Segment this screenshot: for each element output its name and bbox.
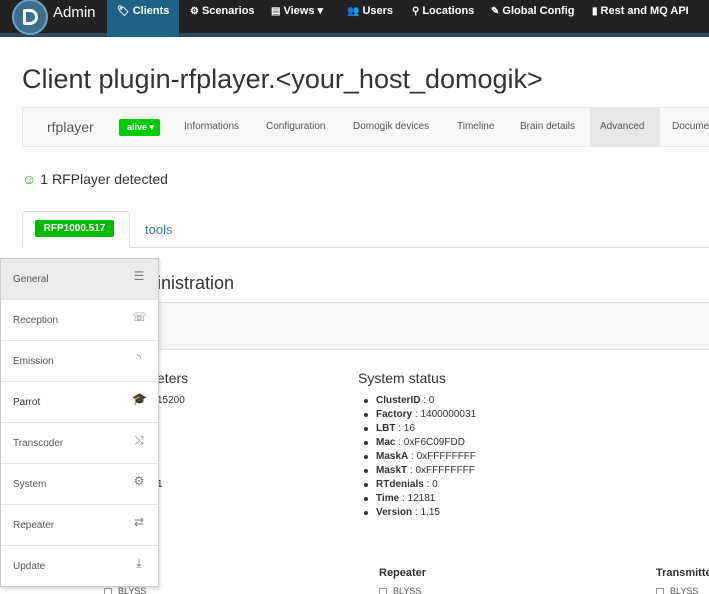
tab-tools[interactable]: tools xyxy=(145,222,172,237)
tags-icon: 🏷 xyxy=(117,6,130,17)
random-icon: ⤨ xyxy=(134,433,144,447)
page-title: Client plugin-rfplayer.<your_host_domogi… xyxy=(22,64,543,94)
parameters-heading: eters xyxy=(157,370,189,386)
list-item: RTdenials : 0 xyxy=(363,478,476,492)
menu-item-parrot[interactable]: Parrot 🎓 xyxy=(1,382,158,423)
users-icon: 👥 xyxy=(347,6,360,17)
system-status-heading: System status xyxy=(358,370,446,386)
tab-domogik-devices[interactable]: Domogik devices xyxy=(343,107,439,147)
nav-global-config[interactable]: ✎ Global Config xyxy=(491,0,575,33)
menu-item-update[interactable]: Update ⤓ xyxy=(1,546,158,587)
panel-heading xyxy=(157,302,709,350)
nav-rest-api-label: Rest and MQ API xyxy=(600,5,689,17)
menu-item-emission[interactable]: Emission ◝ xyxy=(1,341,158,382)
blyss-checkbox[interactable]: BLYSS xyxy=(656,586,698,594)
nav-clients-label: Clients xyxy=(132,5,170,17)
administration-heading: inistration xyxy=(157,273,235,293)
checkbox-icon[interactable] xyxy=(656,587,664,594)
nav-users[interactable]: 👥 Users xyxy=(347,0,393,33)
system-status-list: ClusterID : 0 Factory : 1400000031 LBT :… xyxy=(363,394,477,520)
phone-volume-icon: ☏ xyxy=(132,310,148,324)
menu-item-repeater[interactable]: Repeater ⇄ xyxy=(1,505,158,546)
edit-icon: ✎ xyxy=(491,6,500,17)
cog-icon: ⚙ xyxy=(190,6,199,17)
nav-clients[interactable]: 🏷 Clients xyxy=(107,0,180,37)
rss-icon: ◝ xyxy=(136,351,142,365)
status-label: alive xyxy=(127,122,148,132)
tab-informations[interactable]: Informations xyxy=(174,107,249,147)
nav-global-config-label: Global Config xyxy=(502,5,575,17)
tab-advanced[interactable]: Advanced xyxy=(590,107,660,147)
retweet-icon: ⇄ xyxy=(133,515,145,529)
detected-message: ☺ 1 RFPlayer detected xyxy=(22,171,168,187)
tab-documentation[interactable]: Docume xyxy=(662,107,709,147)
menu-item-reception[interactable]: Reception ☏ xyxy=(1,300,158,341)
nav-locations-label: Locations xyxy=(422,5,475,17)
nav-rest-api[interactable]: ▮ Rest and MQ API xyxy=(592,0,689,33)
chevron-down-icon: ▾ xyxy=(149,122,155,132)
menu-item-system[interactable]: System ⚙ xyxy=(1,464,158,505)
blyss-checkbox[interactable]: BLYSS xyxy=(104,586,146,594)
download-icon: ⤓ xyxy=(136,556,142,570)
detected-text: 1 RFPlayer detected xyxy=(40,171,168,187)
status-badge[interactable]: alive ▾ xyxy=(119,119,160,136)
list-item: LBT : 16 xyxy=(363,422,476,436)
menu-item-transcoder[interactable]: Transcoder ⤨ xyxy=(1,423,158,464)
cogs-icon: ⚙ xyxy=(133,474,145,488)
list-item: Mac : 0xF6C09FDD xyxy=(363,436,476,450)
checkbox-icon[interactable] xyxy=(104,587,112,594)
nav-views-label: Views xyxy=(283,5,315,17)
blyss-checkbox[interactable]: BLYSS xyxy=(379,586,421,594)
tab-timeline[interactable]: Timeline xyxy=(447,107,504,147)
tab-configuration[interactable]: Configuration xyxy=(256,107,335,147)
domogik-logo-icon[interactable] xyxy=(12,0,48,35)
list-item: MaskT : 0xFFFFFFFF xyxy=(363,465,475,476)
advanced-side-menu: General ☰ Reception ☏ Emission ◝ Parrot … xyxy=(0,258,159,587)
list-item: MaskA : 0xFFFFFFFF xyxy=(363,451,477,462)
map-marker-icon: ⚲ xyxy=(412,6,420,17)
navbar-brand[interactable]: Admin xyxy=(53,4,96,21)
smile-icon: ☺ xyxy=(22,171,37,187)
checkbox-icon[interactable] xyxy=(379,587,387,594)
list-icon: ▤ xyxy=(271,6,281,17)
nav-scenarios-label: Scenarios xyxy=(201,5,255,17)
nav-scenarios[interactable]: ⚙ Scenarios xyxy=(190,0,255,33)
device-badge[interactable]: RFP1000.517 xyxy=(35,220,114,237)
list-item: Factory : 1400000031 xyxy=(363,409,477,420)
subnav-brand[interactable]: rfplayer xyxy=(47,119,94,135)
nav-users-label: Users xyxy=(362,5,394,17)
book-icon: ▮ xyxy=(592,6,598,17)
transmitter-heading: Transmitte xyxy=(656,567,709,579)
nav-views[interactable]: ▤ Views ▾ xyxy=(271,0,323,33)
server-icon: ☰ xyxy=(133,269,145,283)
tab-brain-details[interactable]: Brain details xyxy=(510,107,585,147)
list-item: ClusterID : 0 xyxy=(363,394,476,408)
list-item: Version : 1.15 xyxy=(363,506,476,520)
nav-locations[interactable]: ⚲ Locations xyxy=(412,0,474,33)
list-item: Time : 12181 xyxy=(363,492,476,506)
graduation-cap-icon: 🎓 xyxy=(132,392,147,406)
repeater-heading: Repeater xyxy=(379,567,427,579)
menu-item-general[interactable]: General ☰ xyxy=(1,259,158,300)
param-value: 15200 xyxy=(157,395,185,406)
chevron-down-icon: ▾ xyxy=(317,5,324,17)
